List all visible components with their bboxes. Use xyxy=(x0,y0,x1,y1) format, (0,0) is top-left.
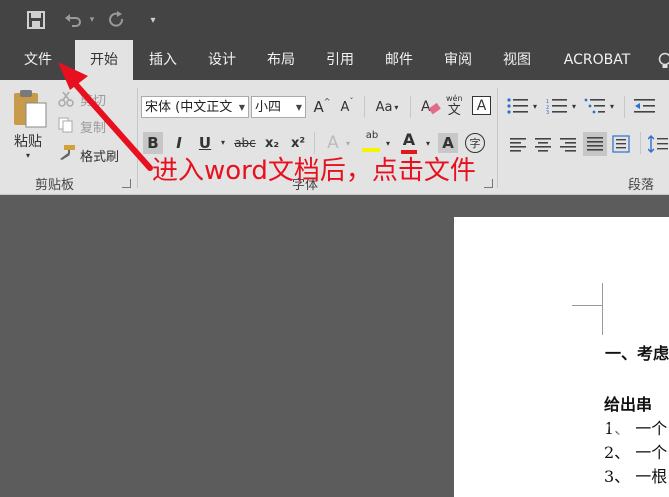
annotation-text: 进入word文档后，点击文件 xyxy=(152,150,476,187)
baidu-watermark: Baidu 经验 xyxy=(510,410,632,442)
baidu-watermark-url: jingyan.baidu.com xyxy=(510,455,612,468)
